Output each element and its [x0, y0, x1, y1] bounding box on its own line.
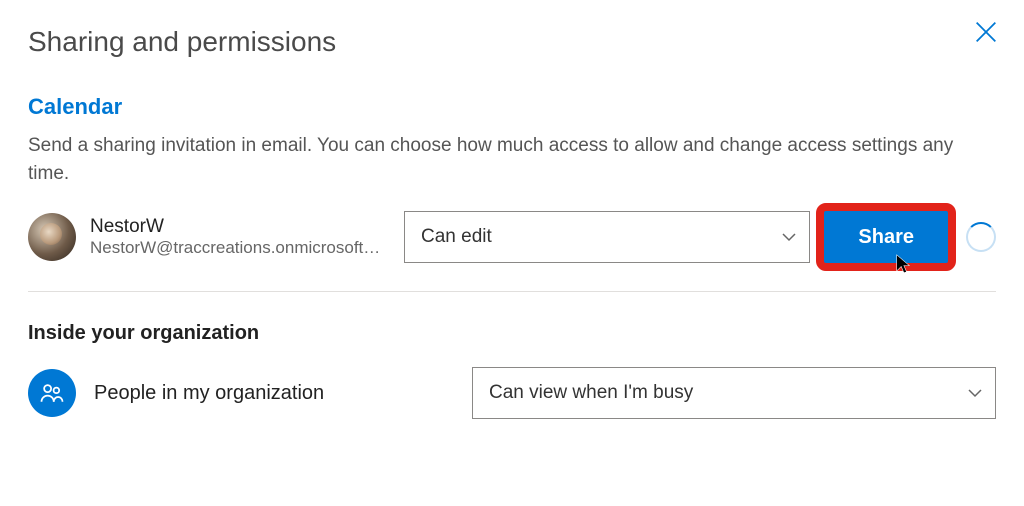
- org-section-heading: Inside your organization: [28, 322, 996, 345]
- person-name: NestorW: [90, 216, 390, 239]
- close-button[interactable]: [972, 18, 1000, 46]
- org-label: People in my organization: [94, 382, 454, 405]
- org-permission-select[interactable]: Can view when I'm busy: [472, 367, 996, 419]
- chevron-down-icon: [781, 229, 797, 245]
- invite-permission-select[interactable]: Can edit: [404, 211, 810, 263]
- org-row: People in my organization Can view when …: [28, 367, 996, 419]
- person-info: NestorW NestorW@traccreations.onmicrosof…: [90, 216, 390, 259]
- person-email: NestorW@traccreations.onmicrosoft…: [90, 238, 390, 258]
- people-icon: [28, 369, 76, 417]
- avatar: [28, 213, 76, 261]
- calendar-section-link[interactable]: Calendar: [28, 94, 996, 120]
- divider: [28, 291, 996, 292]
- share-button[interactable]: Share: [824, 211, 948, 263]
- loading-spinner: [966, 222, 996, 252]
- panel-title: Sharing and permissions: [28, 26, 996, 58]
- share-button-highlight: Share: [824, 211, 948, 263]
- chevron-down-icon: [967, 385, 983, 401]
- invite-row: NestorW NestorW@traccreations.onmicrosof…: [28, 211, 996, 263]
- invite-permission-value: Can edit: [421, 226, 492, 248]
- org-permission-value: Can view when I'm busy: [489, 382, 693, 404]
- close-icon: [972, 18, 1000, 46]
- sharing-description: Send a sharing invitation in email. You …: [28, 132, 968, 187]
